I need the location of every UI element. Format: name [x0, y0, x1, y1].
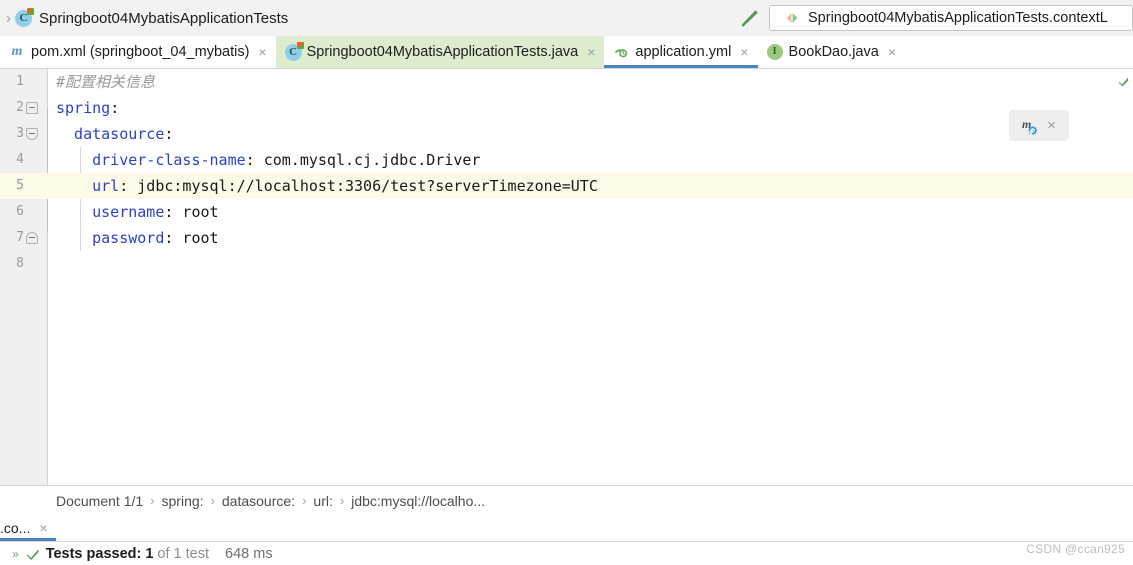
inspection-ok-marker[interactable] — [1118, 75, 1129, 87]
code-token: spring — [56, 99, 111, 117]
divider — [0, 541, 1133, 542]
code-token: : — [110, 99, 120, 117]
navigation-breadcrumb[interactable]: › Springboot04MybatisApplicationTests — [0, 0, 288, 36]
code-token: username — [56, 203, 165, 221]
fold-mid-icon[interactable] — [26, 128, 38, 140]
code-line[interactable]: 5 url: jdbc:mysql://localhost:3306/test?… — [0, 173, 1133, 199]
breadcrumb-item[interactable]: jdbc:mysql://localho... — [351, 493, 485, 509]
fold-marker-cell[interactable] — [26, 121, 48, 147]
editor-tab-application-tests-java[interactable]: Springboot04MybatisApplicationTests.java… — [275, 36, 605, 68]
watermark: CSDN @ccan925 — [1026, 542, 1125, 556]
code-line-text: driver-class-name: com.mysql.cj.jdbc.Dri… — [48, 147, 480, 173]
close-icon[interactable]: × — [740, 45, 748, 59]
code-line-text: password: root — [48, 225, 219, 251]
breadcrumb-separator-icon: › — [210, 493, 215, 508]
expand-icon[interactable]: » — [12, 547, 19, 561]
run-configuration-selector[interactable]: Springboot04MybatisApplicationTests.cont… — [769, 5, 1133, 31]
fold-end-icon[interactable] — [26, 232, 38, 244]
green-check-icon — [26, 547, 40, 561]
fold-marker-cell[interactable] — [32, 147, 48, 173]
code-line-text: username: root — [48, 199, 219, 225]
line-number: 8 — [16, 256, 24, 271]
bottom-tab-console[interactable]: .co... × — [0, 515, 56, 541]
maven-reload-popup[interactable]: m × — [1009, 110, 1069, 141]
line-number: 5 — [16, 178, 24, 193]
breadcrumb-item[interactable]: url: — [313, 493, 332, 509]
fold-marker-cell[interactable] — [32, 69, 48, 95]
line-number: 4 — [16, 152, 24, 167]
code-lines: 1 #配置相关信息 2 spring: 3 datasource: 4 driver-cl… — [0, 69, 1133, 485]
fold-marker-cell[interactable] — [32, 251, 48, 277]
java-class-icon — [15, 7, 34, 27]
run-config-label: Springboot04MybatisApplicationTests.cont… — [808, 10, 1108, 26]
code-token: : jdbc:mysql://localhost:3306/test?serve… — [119, 177, 598, 195]
fold-start-icon[interactable] — [26, 102, 38, 114]
code-line[interactable]: 2 spring: — [0, 95, 1133, 121]
bottom-tab-label: .co... — [0, 520, 31, 536]
line-number: 6 — [16, 204, 24, 219]
code-line[interactable]: 3 datasource: — [0, 121, 1133, 147]
breadcrumb-separator-icon: › — [150, 493, 155, 508]
editor-tab-bar: m pom.xml (springboot_04_mybatis) × Spri… — [0, 36, 1133, 69]
spring-yaml-icon — [613, 44, 629, 60]
editor-breadcrumb-bar: Document 1/1 › spring: › datasource: › url: › jd… — [0, 485, 1133, 515]
breadcrumb-item[interactable]: spring: — [162, 493, 204, 509]
code-editor[interactable]: 1 #配置相关信息 2 spring: 3 datasource: 4 driver-cl… — [0, 69, 1133, 485]
editor-tab-label: application.yml — [635, 44, 732, 60]
maven-reload-icon[interactable]: m — [1022, 117, 1040, 135]
test-status-main: Tests passed: 1 — [45, 546, 154, 562]
breadcrumb-item[interactable]: Document 1/1 — [56, 493, 143, 509]
fold-marker-cell[interactable] — [26, 95, 48, 121]
code-line[interactable]: 8 — [0, 251, 1133, 277]
editor-tab-application-yml[interactable]: application.yml × — [604, 36, 758, 68]
code-line[interactable]: 1 #配置相关信息 — [0, 69, 1133, 95]
code-line-text: #配置相关信息 — [48, 69, 155, 95]
test-status-duration: 648 ms — [225, 546, 273, 562]
editor-tab-pom-xml[interactable]: m pom.xml (springboot_04_mybatis) × — [0, 36, 276, 68]
code-token: url — [56, 177, 120, 195]
code-line-text: url: jdbc:mysql://localhost:3306/test?se… — [48, 173, 598, 199]
maven-xml-icon: m — [11, 44, 23, 59]
code-line[interactable]: 4 driver-class-name: com.mysql.cj.jdbc.D… — [0, 147, 1133, 173]
java-interface-icon — [766, 44, 783, 60]
code-token: : — [164, 125, 174, 143]
code-token: driver-class-name — [56, 151, 246, 169]
line-number: 1 — [16, 74, 24, 89]
close-icon[interactable]: × — [587, 45, 595, 59]
code-token: datasource — [56, 125, 165, 143]
close-icon[interactable]: × — [39, 521, 47, 535]
editor-tab-bookdao-java[interactable]: BookDao.java × — [758, 36, 905, 68]
fold-marker-cell[interactable] — [32, 199, 48, 225]
code-line-text: spring: — [48, 95, 119, 121]
fold-marker-cell[interactable] — [32, 173, 48, 199]
bottom-tool-window-tabs: .co... × — [0, 515, 1133, 542]
code-line-text: datasource: — [48, 121, 173, 147]
test-run-status-bar: » Tests passed: 1 of 1 test 648 ms — [0, 543, 1133, 565]
navigation-title: Springboot04MybatisApplicationTests — [39, 9, 289, 27]
close-icon[interactable]: × — [258, 45, 266, 59]
code-line[interactable]: 6 username: root — [0, 199, 1133, 225]
fold-marker-cell[interactable] — [26, 225, 48, 251]
code-token: : com.mysql.cj.jdbc.Driver — [245, 151, 481, 169]
main-toolbar: › Springboot04MybatisApplicationTests Sp… — [0, 0, 1133, 36]
close-icon[interactable]: × — [888, 45, 896, 59]
editor-tab-label: pom.xml (springboot_04_mybatis) — [31, 44, 250, 60]
code-token: #配置相关信息 — [56, 73, 156, 91]
wrench-icon[interactable] — [735, 3, 765, 33]
editor-tab-label: Springboot04MybatisApplicationTests.java — [306, 44, 579, 60]
code-line[interactable]: 7 password: root — [0, 225, 1133, 251]
code-token: password — [56, 229, 165, 247]
close-icon[interactable]: × — [1047, 118, 1056, 133]
code-token: : root — [164, 229, 219, 247]
breadcrumb-item[interactable]: datasource: — [222, 493, 295, 509]
breadcrumb-separator-icon: › — [339, 493, 345, 508]
java-class-icon — [284, 42, 304, 61]
breadcrumb-separator-icon: › — [302, 493, 307, 508]
run-config-icon — [784, 10, 800, 26]
editor-tab-label: BookDao.java — [788, 44, 879, 60]
chevron-right-icon: › — [6, 9, 11, 27]
test-status-detail: of 1 test — [157, 546, 210, 562]
code-token: : root — [164, 203, 219, 221]
